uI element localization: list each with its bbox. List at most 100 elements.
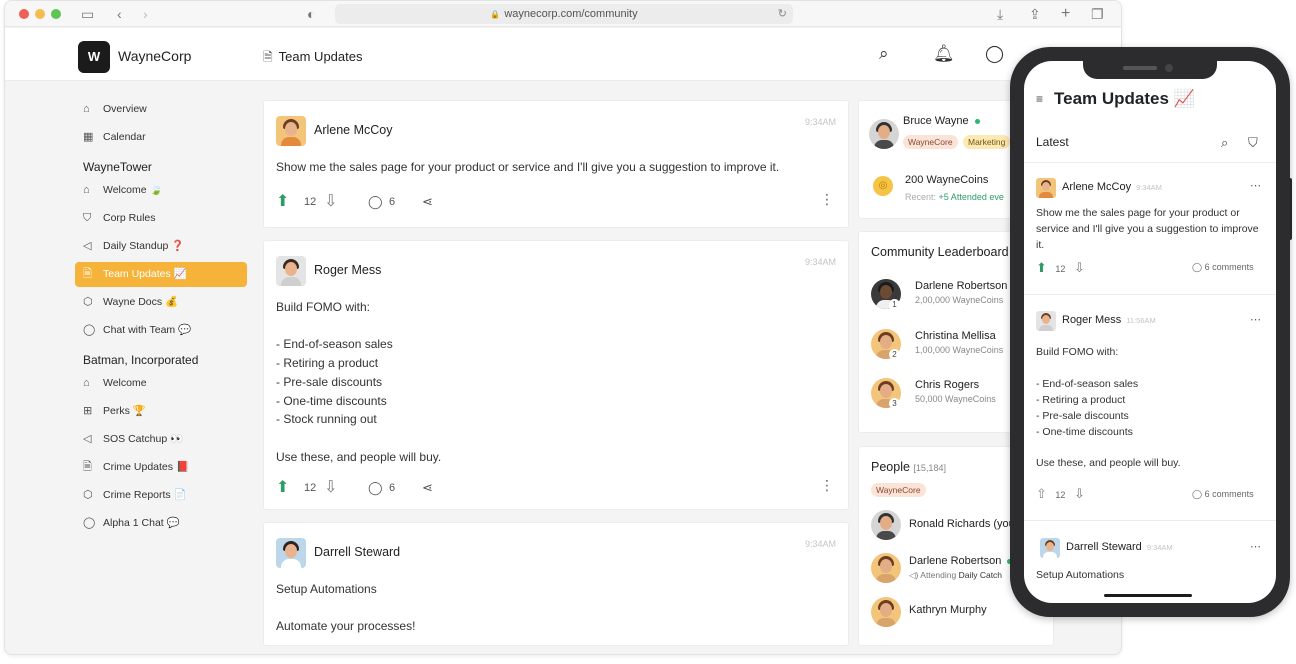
person-name[interactable]: Ronald Richards (you)	[909, 518, 1018, 530]
sidebar-item-welcome[interactable]: ⌂ Welcome 🍃	[75, 178, 247, 203]
download-icon[interactable]: ⤓	[997, 4, 1003, 24]
leaderboard-name[interactable]: Christina Mellisa	[915, 330, 996, 342]
avatar[interactable]	[1036, 311, 1056, 331]
sidebar-item-daily-standup[interactable]: ◁ Daily Standup ❓	[75, 234, 247, 259]
more-options-icon[interactable]: ⋯	[1250, 313, 1261, 326]
leaderboard-coins: 1,00,000 WayneCoins	[915, 345, 1004, 355]
upvote-icon[interactable]: ⬆	[276, 478, 289, 498]
sidebar-item-chat-with-team[interactable]: ◯ Chat with Team 💬	[75, 318, 247, 343]
share-icon[interactable]: ⋖	[422, 192, 433, 212]
chat-icon[interactable]: ◯	[985, 44, 1004, 64]
avatar[interactable]	[869, 119, 899, 149]
comment-icon[interactable]: ◯	[368, 192, 383, 212]
sidebar-item-label: Crime Updates 📕	[103, 461, 190, 473]
more-options-icon[interactable]: ⋯	[1250, 179, 1261, 192]
upvote-icon[interactable]: ⬆	[276, 192, 289, 212]
mobile-post-body: Setup Automations	[1036, 569, 1125, 581]
mobile-filter-latest[interactable]: Latest	[1036, 135, 1069, 149]
recent-activity: Recent: +5 Attended eve	[905, 192, 1004, 202]
comment-icon[interactable]: ◯	[368, 478, 383, 498]
profile-name-text: Bruce Wayne	[903, 115, 969, 127]
upvote-icon[interactable]: ⇧	[1036, 486, 1047, 501]
menu-icon[interactable]: ≡	[1036, 92, 1043, 106]
leaderboard-coins: 50,000 WayneCoins	[915, 394, 996, 404]
maximize-window-button[interactable]	[51, 9, 61, 19]
leaderboard-name[interactable]: Darlene Robertson	[915, 280, 1007, 292]
post-author[interactable]: Darrell Steward	[314, 545, 400, 559]
divider	[1024, 162, 1276, 163]
more-options-icon[interactable]: ⋮	[820, 477, 834, 494]
post-author[interactable]: Arlene McCoy	[314, 123, 393, 137]
downvote-icon[interactable]: ⇩	[1074, 486, 1085, 501]
sidebar-item-label: Daily Standup ❓	[103, 240, 185, 252]
upvote-count: 12	[304, 196, 317, 208]
waynecorp-logo[interactable]: W	[78, 41, 110, 73]
mobile-post-author[interactable]: Darrell Steward 9:34AM	[1066, 541, 1173, 553]
avatar[interactable]	[276, 256, 306, 286]
leaderboard-name[interactable]: Chris Rogers	[915, 379, 979, 391]
back-icon[interactable]: ‹	[117, 4, 122, 24]
search-icon[interactable]: ⌕	[879, 44, 889, 64]
recent-label: Recent:	[905, 192, 937, 202]
sidebar-item-alpha-1-chat[interactable]: ◯ Alpha 1 Chat 💬	[75, 511, 247, 536]
downvote-icon[interactable]: ⇩	[324, 192, 337, 212]
upvote-icon[interactable]: ⬆	[1036, 260, 1047, 275]
tag-marketing[interactable]: Marketing	[963, 135, 1011, 149]
comment-count: 6	[389, 482, 396, 494]
new-tab-icon[interactable]: +	[1061, 4, 1070, 24]
people-filter-tag[interactable]: WayneCore	[871, 483, 926, 497]
post-time: 9:34AM	[804, 257, 836, 267]
sidebar-item-calendar[interactable]: ▦ Calendar	[75, 125, 247, 150]
downvote-icon[interactable]: ⇩	[324, 478, 337, 498]
sidebar-item-perks[interactable]: ⊞ Perks 🏆	[75, 399, 247, 424]
avatar[interactable]	[871, 597, 901, 627]
sidebar: ⌂ Overview ▦ Calendar WayneTower ⌂ Welcome …	[75, 97, 255, 539]
page-title-text: Team Updates	[278, 49, 363, 64]
mobile-post-author[interactable]: Arlene McCoy 9:34AM	[1062, 181, 1162, 193]
tabs-overview-icon[interactable]: ❐	[1091, 4, 1104, 24]
sidebar-item-team-updates[interactable]: 🗎 Team Updates 📈	[75, 262, 247, 287]
speaker-icon: ◁)	[909, 570, 919, 580]
avatar[interactable]	[276, 538, 306, 568]
post-author[interactable]: Roger Mess	[314, 263, 381, 277]
search-icon[interactable]: ⌕	[1221, 135, 1228, 151]
address-bar[interactable]: 🔒 waynecorp.com/community ↻	[335, 4, 793, 24]
sidebar-item-crime-reports[interactable]: ⬡ Crime Reports 📄	[75, 483, 247, 508]
sidebar-item-sos-catchup[interactable]: ◁ SOS Catchup 👀	[75, 427, 247, 452]
close-window-button[interactable]	[19, 9, 29, 19]
mobile-post-author[interactable]: Roger Mess 11:56AM	[1062, 314, 1156, 326]
profile-name[interactable]: Bruce Wayne	[903, 115, 980, 127]
sidebar-item-corp-rules[interactable]: ⛉ Corp Rules	[75, 206, 247, 231]
avatar[interactable]	[1036, 178, 1056, 198]
bell-icon[interactable]: 🔔︎	[933, 44, 955, 64]
avatar[interactable]	[871, 553, 901, 583]
shield-icon[interactable]: ◐	[307, 4, 315, 24]
brand-name[interactable]: WayneCorp	[118, 48, 191, 64]
sidebar-item-overview[interactable]: ⌂ Overview	[75, 97, 247, 122]
share-icon[interactable]: ⋖	[422, 478, 433, 498]
sidebar-item-crime-updates[interactable]: 🗎 Crime Updates 📕	[75, 455, 247, 480]
mobile-comments[interactable]: ◯ 6 comments	[1192, 489, 1254, 500]
minimize-window-button[interactable]	[35, 9, 45, 19]
avatar[interactable]	[871, 510, 901, 540]
sidebar-toggle-icon[interactable]: ▭	[81, 4, 94, 24]
mobile-post-body: Show me the sales page for your product …	[1036, 207, 1259, 251]
reload-icon[interactable]: ↻	[778, 4, 787, 24]
downvote-icon[interactable]: ⇩	[1074, 260, 1085, 275]
more-options-icon[interactable]: ⋯	[1250, 540, 1261, 553]
mobile-post-time: 9:34AM	[1146, 543, 1173, 552]
sidebar-item-label: Chat with Team 💬	[103, 324, 192, 336]
avatar[interactable]	[276, 116, 306, 146]
sidebar-item-wayne-docs[interactable]: ⬡ Wayne Docs 💰	[75, 290, 247, 315]
mobile-comments[interactable]: ◯ 6 comments	[1192, 262, 1254, 273]
bookmark-icon[interactable]: ⛉	[1248, 135, 1258, 151]
sidebar-item-welcome-batman[interactable]: ⌂ Welcome	[75, 371, 247, 396]
avatar[interactable]	[1040, 538, 1060, 558]
more-options-icon[interactable]: ⋮	[820, 191, 834, 208]
forward-icon[interactable]: ›	[143, 4, 148, 24]
tag-waynecore[interactable]: WayneCore	[903, 135, 958, 149]
share-icon[interactable]: ⇪	[1029, 4, 1041, 24]
person-name[interactable]: Kathryn Murphy	[909, 604, 987, 616]
person-name[interactable]: Darlene Robertson	[909, 555, 1013, 567]
mobile-post-time: 9:34AM	[1136, 183, 1162, 192]
